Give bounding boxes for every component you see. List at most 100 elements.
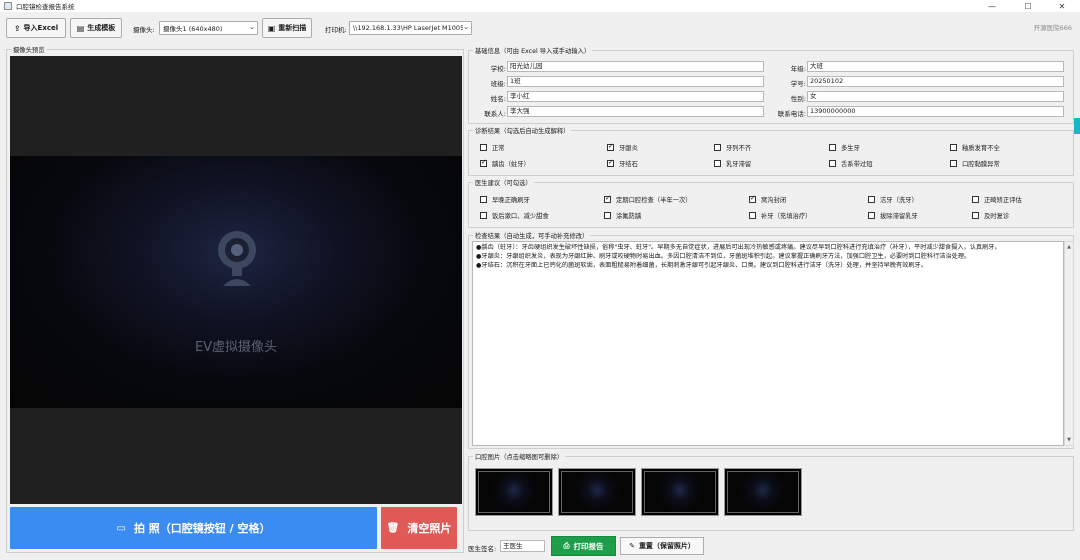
diagnosis-title: 诊断结果（勾选后自动生成解释） bbox=[473, 126, 572, 135]
checkbox-box[interactable] bbox=[829, 160, 836, 167]
result-line: ●牙龈炎：牙龈组织发炎，表现为牙龈红肿、刷牙或咬硬物时易出血。多因口腔清洁不到位… bbox=[476, 252, 971, 260]
checkbox-box[interactable] bbox=[604, 194, 611, 203]
printer-select[interactable]: \\192.168.1.33\HP LaserJet M1005 ⌄ bbox=[349, 21, 472, 35]
checkbox-box[interactable] bbox=[607, 158, 614, 167]
photo-thumbnail[interactable] bbox=[724, 468, 802, 516]
checkbox-label: 牙列不齐 bbox=[726, 145, 752, 152]
checkbox-label: 涂氟防龋 bbox=[616, 213, 642, 220]
grade-field[interactable]: 大班 bbox=[807, 61, 1064, 72]
photo-thumbnail[interactable] bbox=[558, 468, 636, 516]
advice-checkbox[interactable]: 窝沟封闭 bbox=[749, 194, 786, 204]
diagnosis-checkbox[interactable]: 龋齿（蛀牙） bbox=[480, 158, 530, 168]
results-textarea[interactable]: ●龋齿（蛀牙）：牙齿硬组织发生破坏性缺损，俗称"虫牙、蛀牙"。早期多无自觉症状，… bbox=[472, 241, 1064, 446]
checkbox-box[interactable] bbox=[829, 144, 836, 151]
generate-template-button[interactable]: ▤ 生成模板 bbox=[70, 18, 122, 38]
camera-preview-title: 摄像头预览 bbox=[11, 45, 47, 54]
school-field[interactable]: 阳光幼儿园 bbox=[507, 61, 764, 72]
photo-thumbnail[interactable] bbox=[475, 468, 553, 516]
close-button[interactable]: ✕ bbox=[1044, 0, 1080, 12]
class-label: 班级: bbox=[490, 80, 506, 88]
trash-icon: 🗑 bbox=[386, 522, 400, 534]
template-icon: ▤ bbox=[76, 23, 85, 33]
side-accent bbox=[1074, 118, 1080, 134]
student-id-label: 学号: bbox=[790, 80, 806, 88]
advice-checkbox[interactable]: 正畸矫正评估 bbox=[972, 195, 1022, 204]
photo-thumbnail[interactable] bbox=[641, 468, 719, 516]
checkbox-box[interactable] bbox=[868, 196, 875, 203]
scroll-up-icon[interactable]: ▲ bbox=[1065, 244, 1073, 250]
class-field[interactable]: 1班 bbox=[507, 76, 764, 87]
photos-title: 口腔图片（点击缩略图可删除） bbox=[473, 452, 566, 461]
diagnosis-checkbox[interactable]: 牙龈炎 bbox=[607, 142, 638, 152]
result-line: ●牙结石：沉积在牙面上已钙化的菌斑软垢，表面粗糙易附着细菌，长期刺激牙龈可引起牙… bbox=[476, 261, 927, 269]
advice-checkbox[interactable]: 及时复诊 bbox=[972, 211, 1009, 220]
minimize-button[interactable]: — bbox=[974, 0, 1010, 12]
diagnosis-checkbox[interactable]: 正常 bbox=[480, 143, 505, 152]
student-id-field[interactable]: 20250102 bbox=[807, 76, 1064, 87]
checkbox-box[interactable] bbox=[480, 212, 487, 219]
maximize-button[interactable]: ☐ bbox=[1010, 0, 1046, 12]
advice-checkbox[interactable]: 拔除滞留乳牙 bbox=[868, 211, 918, 220]
phone-field[interactable]: 13900000000 bbox=[807, 106, 1064, 117]
rescan-button[interactable]: ▣ 重新扫描 bbox=[262, 18, 312, 38]
checkbox-box[interactable] bbox=[749, 212, 756, 219]
camera-select[interactable]: 摄像头1 (640x480) ⌄ bbox=[159, 21, 258, 35]
advice-checkbox[interactable]: 定期口腔检查（半年一次） bbox=[604, 194, 692, 204]
advice-checkbox[interactable]: 早晚正确刷牙 bbox=[480, 195, 530, 204]
checkbox-box[interactable] bbox=[480, 196, 487, 203]
diagnosis-checkbox[interactable]: 乳牙滞留 bbox=[714, 159, 751, 168]
advice-checkbox[interactable]: 洁牙（洗牙） bbox=[868, 195, 918, 204]
scroll-down-icon[interactable]: ▼ bbox=[1065, 437, 1073, 443]
import-excel-button[interactable]: ⇪ 导入Excel bbox=[6, 18, 66, 38]
checkbox-box[interactable] bbox=[972, 212, 979, 219]
doctor-signature-field[interactable]: 王医生 bbox=[500, 540, 545, 552]
checkbox-label: 正畸矫正评估 bbox=[984, 197, 1022, 204]
checkbox-box[interactable] bbox=[950, 144, 957, 151]
checkbox-box[interactable] bbox=[749, 194, 756, 203]
checkbox-box[interactable] bbox=[714, 160, 721, 167]
advice-checkbox[interactable]: 涂氟防龋 bbox=[604, 211, 641, 220]
name-field[interactable]: 李小红 bbox=[507, 91, 764, 102]
capture-button[interactable]: ▭ 拍 照（口腔镜按钮 / 空格） bbox=[10, 507, 377, 549]
checkbox-box[interactable] bbox=[480, 144, 487, 151]
checkbox-label: 定期口腔检查（半年一次） bbox=[616, 197, 692, 204]
results-scrollbar[interactable]: ▲ ▼ bbox=[1064, 241, 1074, 446]
checkbox-box[interactable] bbox=[607, 142, 614, 151]
diagnosis-checkbox[interactable]: 釉质发育不全 bbox=[950, 143, 1000, 152]
diagnosis-checkbox[interactable]: 舌系带过短 bbox=[829, 159, 872, 168]
gender-field[interactable]: 女 bbox=[807, 91, 1064, 102]
checkbox-label: 口腔黏膜异常 bbox=[962, 161, 1000, 168]
checkbox-label: 拔除滞留乳牙 bbox=[880, 213, 918, 220]
checkbox-box[interactable] bbox=[868, 212, 875, 219]
diagnosis-checkbox[interactable]: 口腔黏膜异常 bbox=[950, 159, 1000, 168]
checkbox-label: 补牙（充填治疗） bbox=[761, 213, 812, 220]
pen-icon: ✎ bbox=[629, 542, 635, 550]
reset-button[interactable]: ✎ 重置（保留照片） bbox=[620, 537, 704, 555]
advice-checkbox[interactable]: 补牙（充填治疗） bbox=[749, 211, 811, 220]
contact-field[interactable]: 李大强 bbox=[507, 106, 764, 117]
checkbox-label: 舌系带过短 bbox=[841, 161, 873, 168]
title-bar: 口腔镜检查报告系统 bbox=[0, 0, 1080, 12]
import-icon: ⇪ bbox=[13, 23, 21, 33]
brand-label: 开源医院666 bbox=[1033, 24, 1072, 32]
window-title: 口腔镜检查报告系统 bbox=[16, 3, 75, 11]
checkbox-label: 龋齿（蛀牙） bbox=[492, 161, 530, 168]
checkbox-box[interactable] bbox=[714, 144, 721, 151]
print-report-button[interactable]: ⎙ 打印报告 bbox=[551, 536, 616, 556]
checkbox-label: 釉质发育不全 bbox=[962, 145, 1000, 152]
diagnosis-checkbox[interactable]: 牙结石 bbox=[607, 158, 638, 168]
camera-label: 摄像头: bbox=[133, 26, 155, 34]
phone-label: 联系电话: bbox=[777, 110, 806, 118]
checkbox-box[interactable] bbox=[972, 196, 979, 203]
checkbox-box[interactable] bbox=[950, 160, 957, 167]
clear-photos-button[interactable]: 🗑 清空照片 bbox=[381, 507, 457, 549]
diagnosis-checkbox[interactable]: 多生牙 bbox=[829, 143, 860, 152]
diagnosis-group: 诊断结果（勾选后自动生成解释） bbox=[468, 126, 1074, 176]
grade-label: 年级: bbox=[790, 65, 806, 73]
advice-checkbox[interactable]: 饭后漱口、减少甜食 bbox=[480, 211, 549, 220]
camera-icon: ▭ bbox=[116, 522, 126, 534]
checkbox-label: 饭后漱口、减少甜食 bbox=[492, 213, 549, 220]
checkbox-box[interactable] bbox=[480, 158, 487, 167]
checkbox-box[interactable] bbox=[604, 212, 611, 219]
diagnosis-checkbox[interactable]: 牙列不齐 bbox=[714, 143, 751, 152]
